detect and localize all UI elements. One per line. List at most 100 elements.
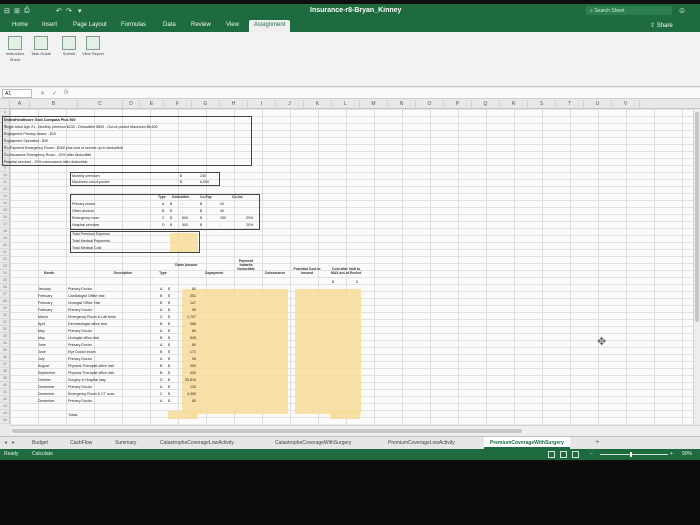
page-break-view-icon[interactable] (572, 451, 579, 458)
next-sheet-icon[interactable]: ▸ (12, 439, 15, 446)
total-amount-cell[interactable] (168, 411, 198, 419)
totals-input-cells[interactable] (170, 233, 198, 252)
sheet-tab-cashflow[interactable]: CashFlow (70, 440, 92, 446)
row-header[interactable]: 1 (0, 109, 10, 116)
row-header[interactable]: 23 (0, 263, 10, 270)
row-header[interactable]: 25 (0, 277, 10, 284)
row-header[interactable]: 31 (0, 319, 10, 326)
tab-review[interactable]: Review (191, 22, 211, 28)
column-header-g[interactable]: G (192, 100, 220, 109)
task-guide-button[interactable]: Task Guide (30, 36, 52, 57)
row-header[interactable]: 39 (0, 375, 10, 382)
sheet-tab-premium-surgery[interactable]: PremiumCoverageWithSurgery (484, 437, 570, 449)
column-header-h[interactable]: H (220, 100, 248, 109)
sheet-tab-catastrophe-low[interactable]: CatastropheCoverageLowActivity (160, 440, 234, 446)
select-all-corner[interactable] (0, 100, 10, 109)
page-layout-view-icon[interactable] (560, 451, 567, 458)
prev-sheet-icon[interactable]: ◂ (4, 439, 7, 446)
row-header[interactable]: 21 (0, 249, 10, 256)
worksheet-grid[interactable]: UnitedHealthcare Gold Compass Plus 500 Si… (2, 109, 700, 424)
sheet-tab-premium-low[interactable]: PremiumCoverageLowActivity (388, 440, 455, 446)
tab-home[interactable]: Home (12, 22, 28, 28)
row-header[interactable]: 38 (0, 368, 10, 375)
total-cost-cell[interactable] (330, 411, 360, 419)
submit-button[interactable]: Submit (58, 36, 80, 57)
column-header-f[interactable]: F (164, 100, 192, 109)
row-header[interactable]: 20 (0, 242, 10, 249)
row-header[interactable]: 24 (0, 270, 10, 277)
row-header[interactable]: 36 (0, 354, 10, 361)
row-header[interactable]: 15 (0, 207, 10, 214)
claims-input-area[interactable] (182, 289, 288, 414)
row-header[interactable]: 27 (0, 291, 10, 298)
row-header[interactable]: 11 (0, 179, 10, 186)
column-header-c[interactable]: C (78, 100, 123, 109)
column-header-o[interactable]: O (416, 100, 444, 109)
column-header-i[interactable]: I (248, 100, 276, 109)
row-header[interactable]: 12 (0, 186, 10, 193)
row-header[interactable]: 26 (0, 284, 10, 291)
row-header[interactable]: 16 (0, 214, 10, 221)
cancel-icon[interactable]: ✕ (40, 90, 45, 97)
name-box[interactable]: A1 (2, 89, 32, 98)
print-icon[interactable]: ⎙ (24, 7, 30, 15)
tab-data[interactable]: Data (163, 22, 176, 28)
tab-page-layout[interactable]: Page Layout (73, 22, 107, 28)
row-header[interactable]: 45 (0, 417, 10, 424)
row-header[interactable]: 33 (0, 333, 10, 340)
column-header-u[interactable]: U (584, 100, 612, 109)
tab-formulas[interactable]: Formulas (121, 22, 146, 28)
row-header[interactable]: 14 (0, 200, 10, 207)
row-header[interactable]: 35 (0, 347, 10, 354)
column-header-v[interactable]: V (612, 100, 640, 109)
row-header[interactable]: 32 (0, 326, 10, 333)
confirm-icon[interactable]: ✓ (52, 90, 57, 97)
row-header[interactable]: 34 (0, 340, 10, 347)
save-icon[interactable]: ⊟ (4, 7, 10, 15)
column-header-r[interactable]: R (500, 100, 528, 109)
row-header[interactable]: 41 (0, 389, 10, 396)
row-header[interactable]: 40 (0, 382, 10, 389)
row-header[interactable]: 30 (0, 312, 10, 319)
row-header[interactable]: 19 (0, 235, 10, 242)
zoom-out-icon[interactable]: − (590, 451, 593, 457)
row-header[interactable]: 22 (0, 256, 10, 263)
column-header-j[interactable]: J (276, 100, 304, 109)
share-button[interactable]: ⇪ Share (650, 22, 673, 29)
row-header[interactable]: 18 (0, 228, 10, 235)
horizontal-scrollbar[interactable] (10, 425, 700, 435)
column-header-e[interactable]: E (140, 100, 164, 109)
tab-view[interactable]: View (226, 22, 239, 28)
column-header-t[interactable]: T (556, 100, 584, 109)
sheet-tab-summary[interactable]: Summary (115, 440, 136, 446)
row-header[interactable]: 44 (0, 410, 10, 417)
zoom-slider[interactable] (600, 454, 668, 455)
column-header-p[interactable]: P (444, 100, 472, 109)
cost-input-area[interactable] (295, 289, 361, 414)
column-header-d[interactable]: D (123, 100, 140, 109)
column-header-k[interactable]: K (304, 100, 332, 109)
zoom-slider-thumb[interactable] (630, 452, 632, 457)
search-sheet-field[interactable]: ⌕ Search Sheet (586, 6, 672, 15)
redo-icon[interactable]: ↷ (66, 7, 72, 15)
row-header[interactable]: 9 (0, 165, 10, 172)
column-header-n[interactable]: N (388, 100, 416, 109)
undo-icon[interactable]: ↶ (56, 7, 62, 15)
column-header-l[interactable]: L (332, 100, 360, 109)
row-header[interactable]: 28 (0, 298, 10, 305)
column-header-a[interactable]: A (10, 100, 30, 109)
smiley-icon[interactable]: ☺ (678, 6, 686, 15)
tab-insert[interactable]: Insert (42, 22, 57, 28)
tab-assignment[interactable]: Assignment (249, 20, 291, 32)
instruction-sheet-button[interactable]: Instruction Sheet (4, 36, 26, 63)
column-header-s[interactable]: S (528, 100, 556, 109)
column-header-m[interactable]: M (360, 100, 388, 109)
sheet-tab-catastrophe-surgery[interactable]: CatastropheCoverageWithSurgery (275, 440, 351, 446)
sheet-tab-budget[interactable]: Budget (32, 440, 48, 446)
row-header[interactable]: 37 (0, 361, 10, 368)
column-header-q[interactable]: Q (472, 100, 500, 109)
add-sheet-button[interactable]: + (595, 437, 600, 446)
row-header[interactable]: 17 (0, 221, 10, 228)
horizontal-scroll-thumb[interactable] (12, 429, 522, 433)
vertical-scrollbar[interactable] (693, 109, 700, 425)
